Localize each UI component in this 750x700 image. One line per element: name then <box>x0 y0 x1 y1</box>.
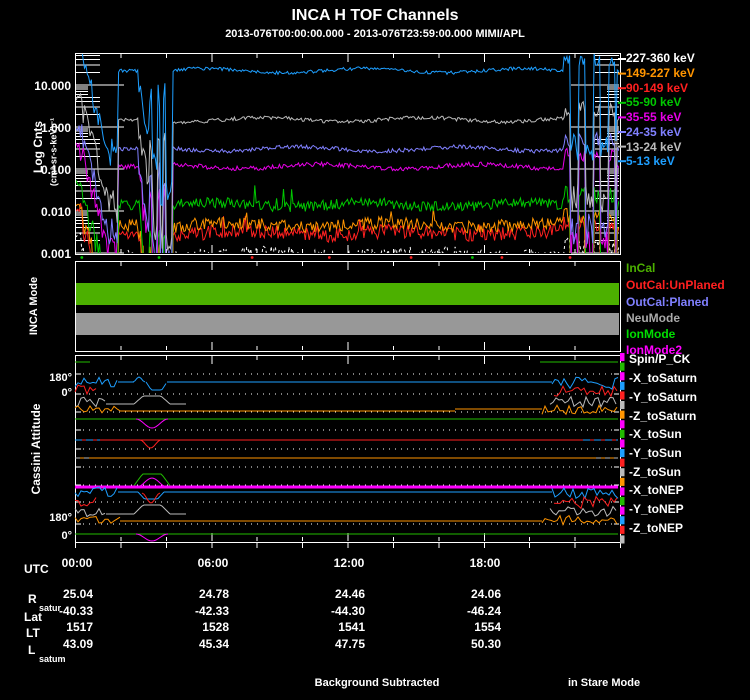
attitude-axis-title: Cassini Attitude <box>29 403 43 495</box>
legend-energy-13-24: 13-24 keV <box>626 140 682 154</box>
eph-label-l-sub: satum <box>39 654 66 664</box>
attitude-ytick-180-top: 180° <box>49 372 72 384</box>
legend-att-x-saturn: -X_toSaturn <box>629 371 698 385</box>
legend-energy-35-55: 35-55 keV <box>626 110 682 124</box>
eph-lt-2: 1541 <box>338 620 365 634</box>
flux-ytick-0001: 0.001 <box>40 247 71 261</box>
legend-energy-5-13: 5-13 keV <box>626 154 675 168</box>
eph-lt-0: 1517 <box>66 620 93 634</box>
eph-lat-3: -46.24 <box>466 604 501 618</box>
eph-lat-2: -44.30 <box>330 604 365 618</box>
eph-l-3: 50.30 <box>470 637 501 651</box>
footer-stare-mode: in Stare Mode <box>567 677 641 689</box>
legend-mode-outcal-unplaned: OutCal:UnPlaned <box>626 278 725 292</box>
inca-summary-plot: { "title": "INCA H TOF Channels", "subti… <box>0 0 750 700</box>
legend-energy-90-149: 90-149 keV <box>626 81 689 95</box>
legend-att-x-nep: -X_toNEP <box>629 483 684 497</box>
eph-r-0: 25.04 <box>62 587 93 601</box>
legend-att-x-sun: -X_toSun <box>629 427 682 441</box>
legend-att-y-nep: -Y_toNEP <box>629 502 684 516</box>
eph-l-0: 43.09 <box>62 637 93 651</box>
flux-axis-units: (cm²-sr-s-keV)⁻¹ <box>48 117 59 187</box>
flux-axis-title: Log Cnts <box>31 121 45 173</box>
utc-tick-1800: 18:00 <box>469 556 501 570</box>
legend-att-y-saturn: -Y_toSaturn <box>629 390 698 404</box>
legend-att-z-nep: -Z_toNEP <box>629 521 683 535</box>
attitude-ytick-0-bot: 0° <box>61 530 72 542</box>
utc-tick-1200: 12:00 <box>333 556 365 570</box>
eph-lat-1: -42.33 <box>194 604 229 618</box>
flux-ytick-001: 0.010 <box>40 205 71 219</box>
legend-mode-ionmode: IonMode <box>626 327 676 341</box>
legend-energy-55-90: 55-90 keV <box>626 95 682 109</box>
legend-energy-149-227: 149-227 keV <box>626 66 695 80</box>
eph-r-2: 24.46 <box>334 587 365 601</box>
eph-l-1: 45.34 <box>198 637 229 651</box>
legend-att-spin: Spin/P_CK <box>629 352 691 366</box>
legend-att-z-saturn: -Z_toSaturn <box>629 409 697 423</box>
legend-mode-incal: InCal <box>626 261 656 275</box>
eph-lt-3: 1554 <box>474 620 501 634</box>
flux-ytick-10: 10.000 <box>34 79 71 93</box>
legend-mode-outcal-planed: OutCal:Planed <box>626 295 709 309</box>
page-title: INCA H TOF Channels <box>291 7 459 24</box>
legend-mode-neumode: NeuMode <box>626 311 680 325</box>
page-subtitle: 2013-076T00:00:00.000 - 2013-076T23:59:0… <box>225 28 525 40</box>
footer-background-subtracted: Background Subtracted <box>314 677 440 689</box>
legend-att-z-sun: -Z_toSun <box>629 465 681 479</box>
eph-r-1: 24.78 <box>198 587 229 601</box>
attitude-ytick-180-bot: 180° <box>49 512 72 524</box>
utc-tick-0000: 00:00 <box>61 556 93 570</box>
legend-energy-227-360: 227-360 keV <box>626 51 695 65</box>
eph-l-2: 47.75 <box>334 637 365 651</box>
legend-att-y-sun: -Y_toSun <box>629 446 682 460</box>
eph-r-3: 24.06 <box>470 587 501 601</box>
eph-lat-0: -40.33 <box>58 604 93 618</box>
utc-tick-0600: 06:00 <box>197 556 229 570</box>
mode-axis-title: INCA Mode <box>28 276 40 336</box>
attitude-ytick-0-top: 0° <box>61 387 72 399</box>
eph-lt-1: 1528 <box>202 620 229 634</box>
legend-energy-24-35: 24-35 keV <box>626 125 682 139</box>
